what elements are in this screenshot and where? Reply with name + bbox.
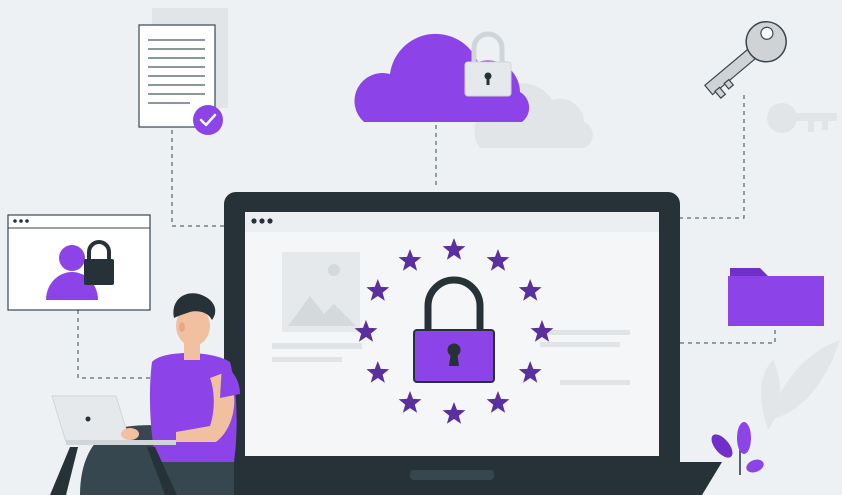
data-privacy-illustration bbox=[0, 0, 842, 495]
padlock-icon bbox=[464, 31, 512, 97]
check-icon bbox=[193, 105, 223, 135]
folder-icon bbox=[728, 268, 824, 326]
key-icon bbox=[704, 20, 787, 99]
cloud-icon bbox=[354, 31, 530, 122]
browser-window-icon bbox=[7, 214, 151, 311]
person-icon bbox=[50, 293, 240, 495]
document-icon bbox=[138, 24, 223, 135]
plant-icon bbox=[711, 340, 840, 475]
illustration-canvas bbox=[7, 8, 840, 495]
